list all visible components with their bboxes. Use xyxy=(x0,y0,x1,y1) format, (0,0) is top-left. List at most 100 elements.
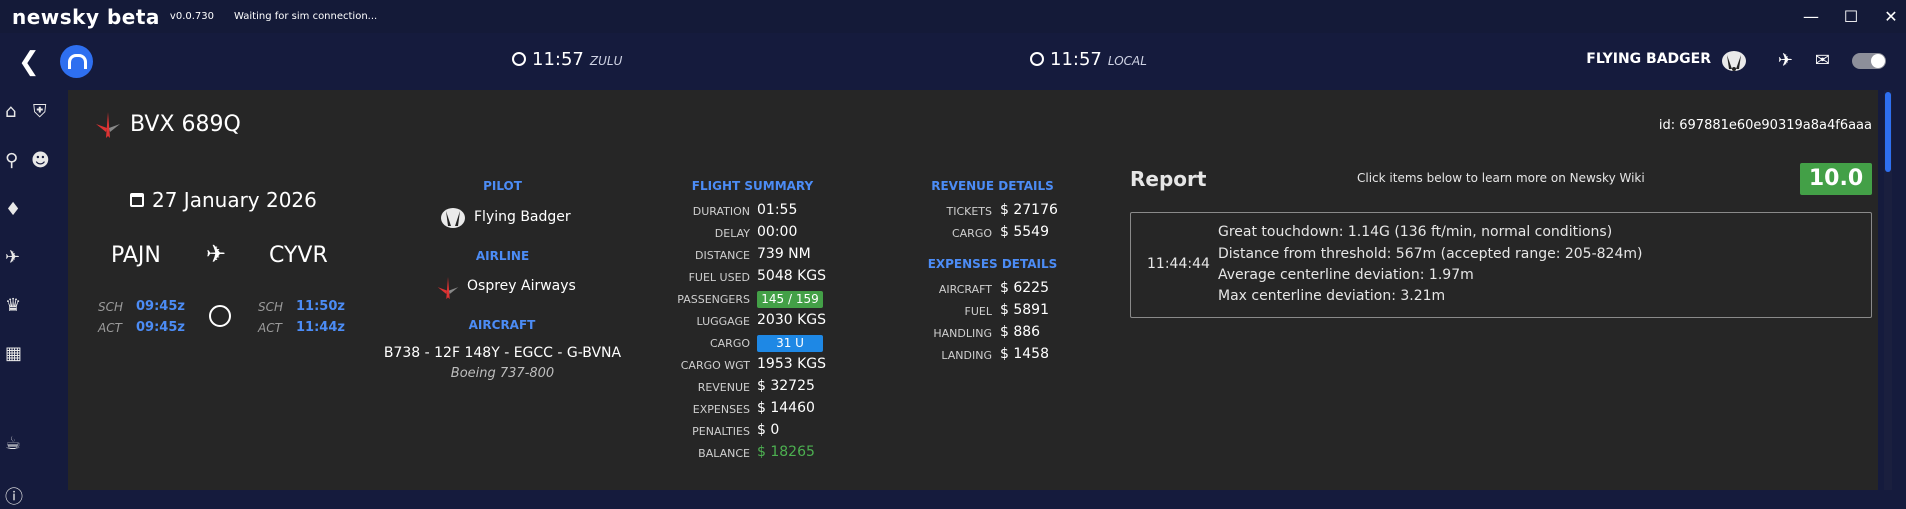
window-controls: — ☐ ✕ xyxy=(1786,0,1906,33)
app-version: v0.0.730 xyxy=(169,11,215,22)
revenue-heading: REVENUE DETAILS xyxy=(931,179,1054,193)
row-label: CARGO xyxy=(951,227,992,240)
row-label: DURATION xyxy=(692,205,750,218)
airline-logo-icon xyxy=(437,276,459,300)
close-icon[interactable]: ✕ xyxy=(1876,7,1906,26)
dep-sch-label: SCH xyxy=(98,300,124,314)
row-value: $ 6225 xyxy=(1000,280,1049,296)
discord-icon[interactable]: ☻ xyxy=(31,150,50,171)
expenses-heading: EXPENSES DETAILS xyxy=(927,257,1058,271)
scrollbar[interactable] xyxy=(1884,90,1892,490)
row-label: DISTANCE xyxy=(695,249,750,262)
flight-date: 27 January 2026 xyxy=(130,188,317,212)
row-label: AIRCRAFT xyxy=(938,283,992,296)
header-pilot-name[interactable]: FLYING BADGER xyxy=(1586,51,1711,67)
row-value: 01:55 xyxy=(757,202,798,218)
badger-avatar-icon xyxy=(441,208,465,228)
report-line: Average centerline deviation: 1.97m xyxy=(1218,267,1474,283)
row-value: $ 18265 xyxy=(757,444,815,460)
row-label: REVENUE xyxy=(697,381,750,394)
theme-toggle-icon[interactable] xyxy=(1852,52,1886,69)
dep-sch-time: 09:45z xyxy=(136,299,185,314)
top-bar: ❮ 11:57 ZULU 11:57 LOCAL FLYING BADGER ✈… xyxy=(0,33,1906,90)
maximize-icon[interactable]: ☐ xyxy=(1836,7,1866,26)
back-icon[interactable]: ❮ xyxy=(18,47,40,77)
report-line: Max centerline deviation: 3.21m xyxy=(1218,288,1446,304)
airplane-icon: ✈ xyxy=(206,240,227,268)
row-value: $ 14460 xyxy=(757,400,815,416)
map-icon[interactable]: ▦ xyxy=(5,343,22,364)
arrival-icao: CYVR xyxy=(269,243,328,268)
row-label: BALANCE xyxy=(698,447,750,460)
row-label: EXPENSES xyxy=(692,403,750,416)
dep-act-time: 09:45z xyxy=(136,320,185,335)
tag-icon[interactable]: ♦ xyxy=(5,199,21,220)
flight-callsign: BVX 689Q xyxy=(130,112,241,137)
airline-name[interactable]: Osprey Airways xyxy=(467,278,576,294)
minimize-icon[interactable]: — xyxy=(1796,7,1826,26)
newsky-logo-icon[interactable] xyxy=(60,45,93,78)
aircraft-heading: AIRCRAFT xyxy=(468,318,536,332)
zulu-label: ZULU xyxy=(589,54,623,68)
report-line: Distance from threshold: 567m (accepted … xyxy=(1218,246,1643,262)
title-bar: newsky beta v0.0.730 Waiting for sim con… xyxy=(0,0,1906,33)
airline-logo-icon xyxy=(96,112,120,138)
calendar-icon xyxy=(130,193,144,207)
flights-icon[interactable]: ✈ xyxy=(1778,50,1793,71)
row-label: FUEL USED xyxy=(688,271,750,284)
mail-icon[interactable]: ✉ xyxy=(1815,50,1830,71)
local-label: LOCAL xyxy=(1107,54,1147,68)
arr-act-time: 11:44z xyxy=(296,320,345,335)
sidebar: ⌂ ⛨ ⚲ ☻ ♦ ✈ ♛ ▦ ☕ ⓘ xyxy=(0,90,56,508)
clock-icon xyxy=(1030,52,1044,66)
badger-avatar-icon[interactable] xyxy=(1719,45,1749,75)
zulu-clock: 11:57 ZULU xyxy=(512,49,622,70)
dep-act-label: ACT xyxy=(98,321,122,335)
arr-act-label: ACT xyxy=(258,321,282,335)
local-time: 11:57 xyxy=(1050,49,1102,70)
row-value: 2030 KGS xyxy=(757,312,826,328)
row-value: $ 1458 xyxy=(1000,346,1049,362)
report-score: 10.0 xyxy=(1800,163,1872,195)
report-hint: Click items below to learn more on Newsk… xyxy=(1357,171,1645,185)
flight-date-text: 27 January 2026 xyxy=(152,188,317,212)
top-actions: ✈ ✉ xyxy=(1778,50,1886,71)
row-value: 145 / 159 xyxy=(757,291,823,308)
row-value: $ 0 xyxy=(757,422,780,438)
row-label: CARGO xyxy=(709,337,750,350)
report-line: Great touchdown: 1.14G (136 ft/min, norm… xyxy=(1218,224,1613,240)
summary-heading: FLIGHT SUMMARY xyxy=(691,179,814,193)
zulu-time: 11:57 xyxy=(532,49,584,70)
row-label: DELAY xyxy=(714,227,750,240)
row-value: 5048 KGS xyxy=(757,268,826,284)
row-label: CARGO WGT xyxy=(680,359,750,372)
row-value: $ 32725 xyxy=(757,378,815,394)
row-label: HANDLING xyxy=(933,327,992,340)
home-icon[interactable]: ⌂ xyxy=(5,101,16,122)
departure-icao: PAJN xyxy=(111,243,161,268)
flight-id: id: 697881e60e90319a8a4f6aaa xyxy=(1658,118,1872,133)
row-value: $ 27176 xyxy=(1000,202,1058,218)
row-value: 1953 KGS xyxy=(757,356,826,372)
coffee-icon[interactable]: ☕ xyxy=(5,433,21,454)
search-icon[interactable]: ⚲ xyxy=(5,150,18,171)
row-label: LUGGAGE xyxy=(696,315,751,328)
landing-icon[interactable]: ✈ xyxy=(5,247,20,268)
pilot-name[interactable]: Flying Badger xyxy=(474,209,571,225)
row-label: TICKETS xyxy=(946,205,992,218)
app-brand: newsky beta xyxy=(12,4,160,29)
row-value: $ 5549 xyxy=(1000,224,1049,240)
arr-sch-time: 11:50z xyxy=(296,299,345,314)
clock-icon xyxy=(512,52,526,66)
row-label: FUEL xyxy=(964,305,992,318)
row-label: LANDING xyxy=(941,349,992,362)
aircraft-details: B738 - 12F 148Y - EGCC - G-BVNA xyxy=(383,345,622,361)
row-value: 31 U xyxy=(757,335,823,352)
local-clock: 11:57 LOCAL xyxy=(1030,49,1147,70)
pilot-heading: PILOT xyxy=(483,179,522,193)
trophy-icon[interactable]: ♛ xyxy=(5,295,21,316)
row-value: 00:00 xyxy=(757,224,798,240)
shield-icon[interactable]: ⛨ xyxy=(33,101,47,122)
row-label: PENALTIES xyxy=(692,425,750,438)
help-icon[interactable]: ⓘ xyxy=(5,483,23,509)
